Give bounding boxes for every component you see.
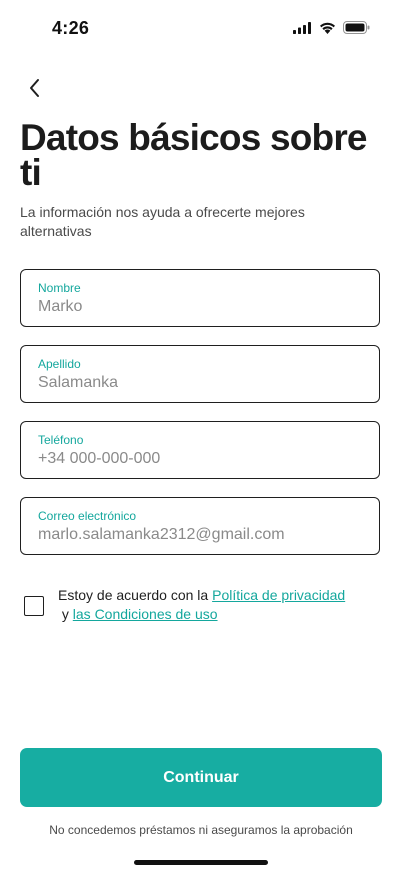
email-label: Correo electrónico: [38, 509, 137, 523]
chevron-left-icon: [27, 77, 41, 104]
first-name-input[interactable]: [38, 298, 358, 316]
last-name-input[interactable]: [38, 374, 358, 392]
disclaimer-text: No concedemos préstamos ni aseguramos la…: [49, 823, 353, 837]
email-field[interactable]: Correo electrónico: [20, 497, 380, 555]
phone-label: Teléfono: [38, 433, 84, 447]
status-icons: [293, 21, 370, 39]
consent-text-before: Estoy de acuerdo con la: [58, 587, 213, 603]
first-name-label: Nombre: [38, 281, 81, 295]
phone-input[interactable]: [38, 450, 358, 468]
battery-icon: [343, 21, 370, 39]
consent-checkbox[interactable]: [24, 596, 44, 616]
continue-button[interactable]: Continuar: [20, 748, 382, 807]
page-title: Datos básicos sobre ti: [20, 117, 368, 193]
home-indicator: [134, 860, 268, 865]
privacy-policy-link[interactable]: Política de privacidad: [212, 587, 345, 603]
wifi-icon: [319, 21, 336, 39]
last-name-label: Apellido: [38, 357, 81, 371]
consent-text-middle: y: [58, 606, 73, 622]
status-bar: 4:26: [0, 0, 402, 56]
last-name-field[interactable]: Apellido: [20, 345, 380, 403]
page-subtitle: La información nos ayuda a ofrecerte mej…: [20, 204, 305, 239]
status-time: 4:26: [52, 18, 90, 38]
cellular-signal-icon: [293, 21, 312, 39]
back-button[interactable]: [18, 74, 50, 106]
consent-text: Estoy de acuerdo con la Política de priv…: [58, 586, 378, 624]
first-name-field[interactable]: Nombre: [20, 269, 380, 327]
phone-field[interactable]: Teléfono: [20, 421, 380, 479]
email-input[interactable]: [38, 526, 358, 544]
terms-of-use-link[interactable]: las Condiciones de uso: [73, 606, 218, 622]
consent-row: Estoy de acuerdo con la Política de priv…: [24, 586, 384, 630]
